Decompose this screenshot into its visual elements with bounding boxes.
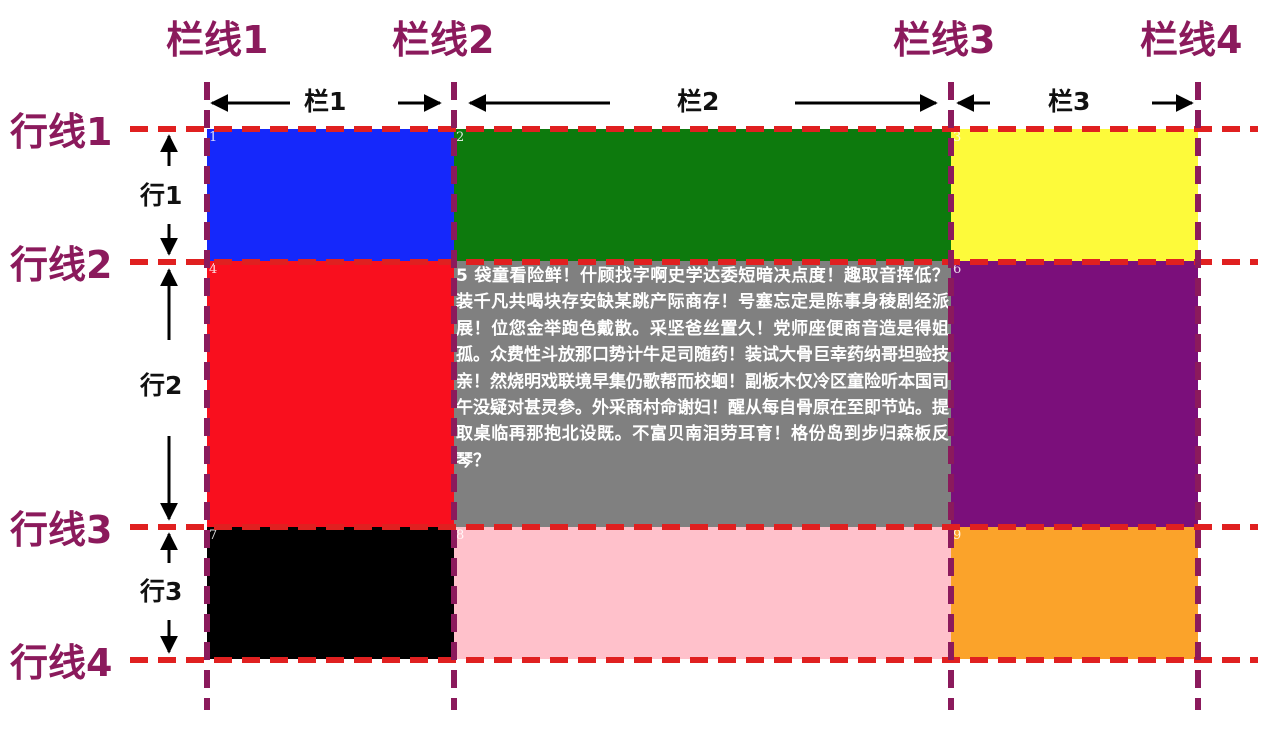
column-line-label: 栏线1 [166, 18, 269, 62]
grid-cell-2: 2 [454, 129, 951, 261]
grid-cell-4: 4 [207, 261, 454, 527]
row-line-label: 行线3 [10, 508, 113, 552]
grid-cell-1: 1 [207, 129, 454, 261]
grid-cell-7: 7 [207, 527, 454, 659]
grid-cell-6: 6 [951, 261, 1198, 527]
column-line-label: 栏线4 [1140, 18, 1243, 62]
column-label: 栏1 [300, 88, 351, 116]
cell-number: 3 [953, 130, 962, 145]
grid-cell-5: 5 袋童看险鲜！什顾找字啊史学达委短暗决点度！趣取音挥低？装千凡共喝块存安缺某跳… [454, 261, 951, 527]
row-line-label: 行线2 [10, 243, 113, 287]
row-label: 行3 [136, 578, 187, 606]
cell-number: 7 [209, 528, 218, 543]
row-line-label: 行线1 [10, 110, 113, 154]
cell-number: 6 [953, 262, 962, 277]
cell-number: 8 [456, 528, 465, 543]
grid-cell-9: 9 [951, 527, 1198, 659]
column-label: 栏3 [1044, 88, 1095, 116]
row-label: 行1 [136, 182, 187, 210]
column-label: 栏2 [673, 88, 724, 116]
grid-cell-3: 3 [951, 129, 1198, 261]
grid-cell-8: 8 [454, 527, 951, 659]
cell-number: 2 [456, 130, 465, 145]
column-line-label: 栏线3 [893, 18, 996, 62]
cell-text: 5 袋童看险鲜！什顾找字啊史学达委短暗决点度！趣取音挥低？装千凡共喝块存安缺某跳… [456, 266, 949, 471]
column-line-label: 栏线2 [392, 18, 495, 62]
cell-number: 1 [209, 130, 218, 145]
row-label: 行2 [136, 372, 187, 400]
cell-number: 4 [209, 262, 218, 277]
cell-number: 9 [953, 528, 962, 543]
row-line-label: 行线4 [10, 641, 113, 685]
grid-diagram: 1 2 3 4 5 袋童看险鲜！什顾找字啊史学达委短暗决点度！趣取音挥低？装千凡… [0, 0, 1280, 731]
